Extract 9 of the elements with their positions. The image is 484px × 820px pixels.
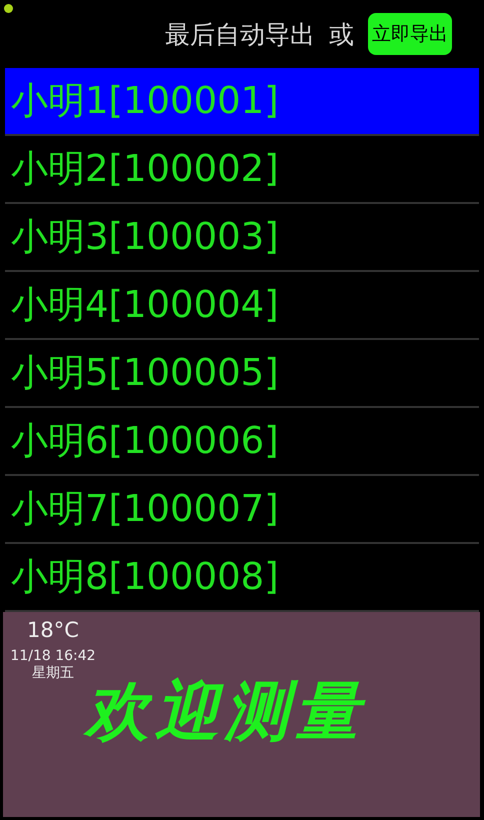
temperature-text: 18°C [27, 618, 79, 642]
list-item[interactable]: 小明1[100001] [5, 68, 479, 136]
last-export-label: 最后自动导出 [165, 18, 315, 50]
or-label: 或 [329, 18, 354, 50]
export-now-button[interactable]: 立即导出 [368, 13, 452, 55]
weekday-text: 星期五 [32, 664, 74, 682]
welcome-banner-text: 欢迎测量 [85, 673, 367, 751]
status-indicator-icon [4, 4, 13, 13]
datetime-text: 11/18 16:42 [10, 648, 96, 664]
